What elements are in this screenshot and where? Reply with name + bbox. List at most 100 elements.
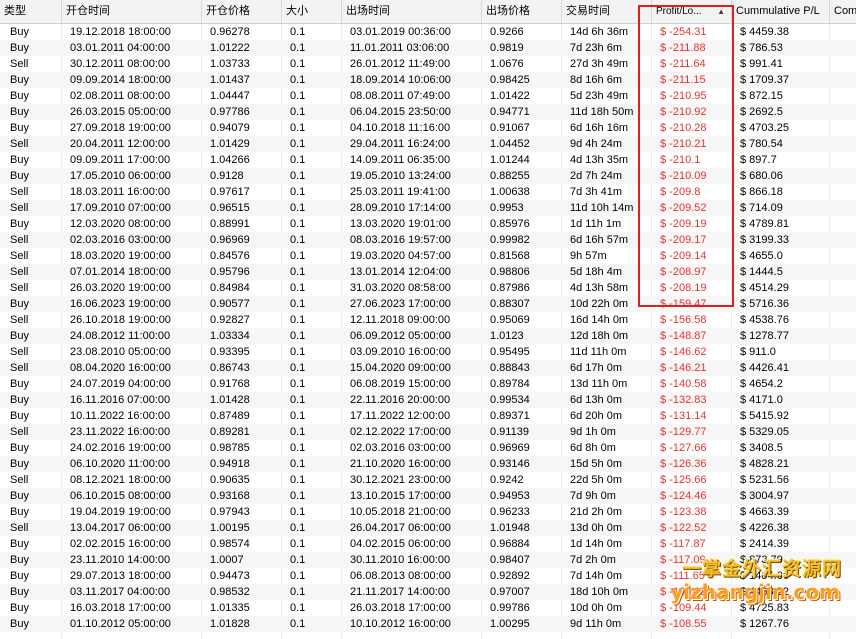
cell-exit-price: 0.97007 (490, 586, 530, 598)
table-row[interactable]: Sell 17.09.2010 07:00:00 0.96515 0.1 28.09.2… (0, 200, 856, 216)
cell-exit-time: 06.09.2012 05:00:00 (350, 330, 451, 342)
cell-open-price: 0.98532 (210, 586, 250, 598)
table-row[interactable]: Buy 27.09.2018 19:00:00 0.94079 0.1 04.10.20… (0, 120, 856, 136)
cell-duration: 9d 4h 24m (570, 138, 622, 150)
cell-exit-time: 21.11.2017 14:00:00 (350, 586, 451, 598)
cell-exit-time: 14.09.2011 06:35:00 (350, 154, 451, 166)
cell-open-price: 0.84576 (210, 250, 250, 262)
cell-open-time: 02.03.2016 03:00:00 (70, 234, 171, 246)
table-row[interactable]: Buy 06.10.2015 08:00:00 0.93168 0.1 13.10.20… (0, 488, 856, 504)
cell-exit-price: 0.88843 (490, 362, 530, 374)
table-row[interactable]: Buy 03.01.2011 04:00:00 1.01222 0.1 11.01.20… (0, 40, 856, 56)
table-row[interactable]: Buy 12.03.2020 08:00:00 0.88991 0.1 13.03.20… (0, 216, 856, 232)
table-row[interactable]: Buy 24.08.2012 11:00:00 1.03334 0.1 06.09.20… (0, 328, 856, 344)
table-row[interactable]: Sell 26.03.2020 19:00:00 0.84984 0.1 31.03.2… (0, 280, 856, 296)
table-row[interactable]: Buy 26.03.2015 05:00:00 0.97786 0.1 06.04.20… (0, 104, 856, 120)
cell-type: Sell (10, 346, 29, 358)
table-row[interactable]: Sell 08.12.2021 18:00:00 0.90635 0.1 30.12.2… (0, 472, 856, 488)
table-row[interactable]: Sell 23.11.2022 16:00:00 0.89281 0.1 02.12.2… (0, 424, 856, 440)
cell-type: Sell (10, 138, 29, 150)
table-row[interactable]: Buy 02.02.2015 16:00:00 0.98574 0.1 04.02.20… (0, 536, 856, 552)
table-row[interactable]: Sell 30.12.2011 08:00:00 1.03733 0.1 26.01.2… (0, 56, 856, 72)
table-row[interactable]: Sell 26.10.2018 19:00:00 0.92827 0.1 12.11.2… (0, 312, 856, 328)
cell-open-time: 26.10.2018 19:00:00 (70, 314, 171, 326)
cell-type: Buy (10, 218, 29, 230)
cell-profit-loss: $ -126.36 (660, 458, 707, 470)
column-header-open-price[interactable]: 开仓价格 (202, 0, 282, 23)
table-row[interactable]: Sell 08.04.2020 16:00:00 0.86743 0.1 15.04.2… (0, 360, 856, 376)
column-header-type[interactable]: 类型 (0, 0, 62, 23)
cell-exit-price: 0.96233 (490, 506, 530, 518)
table-row[interactable]: Buy 19.04.2019 19:00:00 0.97943 0.1 10.05.20… (0, 504, 856, 520)
table-row[interactable]: Sell 13.04.2017 06:00:00 1.00195 0.1 26.04.2… (0, 520, 856, 536)
table-row[interactable]: Buy 19.12.2018 18:00:00 0.96278 0.1 03.01.20… (0, 24, 856, 40)
cell-type: Buy (10, 442, 29, 454)
cell-exit-time: 26.04.2017 06:00:00 (350, 522, 451, 534)
cell-open-time: 06.10.2020 11:00:00 (70, 458, 171, 470)
cell-exit-time: 31.03.2020 08:58:00 (350, 282, 451, 294)
table-row[interactable]: Sell 18.03.2011 16:00:00 0.97617 0.1 25.03.2… (0, 184, 856, 200)
table-row[interactable]: Sell 20.04.2011 12:00:00 1.01429 0.1 29.04.2… (0, 136, 856, 152)
cell-exit-time: 22.11.2016 20:00:00 (350, 394, 451, 406)
cell-exit-price: 1.0676 (490, 58, 524, 70)
table-row[interactable]: Sell 18.03.2020 19:00:00 0.84576 0.1 19.03.2… (0, 248, 856, 264)
column-header-open-time[interactable]: 开仓时间 (62, 0, 202, 23)
table-row[interactable]: Buy 24.07.2019 04:00:00 0.91768 0.1 06.08.20… (0, 376, 856, 392)
column-header-exit-price[interactable]: 出场价格 (482, 0, 562, 23)
cell-open-price: 0.95796 (210, 266, 250, 278)
cell-duration: 8d 16h 6m (570, 74, 622, 86)
table-row[interactable]: Buy 24.02.2016 19:00:00 0.98785 0.1 02.03.20… (0, 440, 856, 456)
sort-up-icon[interactable]: ▲ (717, 0, 725, 23)
cell-duration: 5d 18h 4m (570, 266, 622, 278)
cell-open-price: 0.98574 (210, 538, 250, 550)
cell-profit-loss: $ -209.19 (660, 218, 707, 230)
column-header-size[interactable]: 大小 (282, 0, 342, 23)
cell-open-time: 27.09.2018 19:00:00 (70, 122, 171, 134)
table-row[interactable]: Buy 16.03.2018 17:00:00 1.01335 0.1 26.03.20… (0, 600, 856, 616)
table-row[interactable]: Sell 07.01.2014 18:00:00 0.95796 0.1 13.01.2… (0, 264, 856, 280)
table-row[interactable]: Sell 23.08.2010 05:00:00 0.93395 0.1 03.09.2… (0, 344, 856, 360)
cell-exit-price: 0.99786 (490, 602, 530, 614)
table-row[interactable]: Buy 06.10.2020 11:00:00 0.94918 0.1 21.10.20… (0, 456, 856, 472)
table-row[interactable]: Buy 23.11.2010 14:00:00 1.0007 0.1 30.11.201… (0, 552, 856, 568)
cell-profit-loss: $ -148.87 (660, 330, 707, 342)
cell-exit-time: 04.10.2018 11:16:00 (350, 122, 451, 134)
cell-size: 0.1 (290, 442, 306, 454)
column-header-duration[interactable]: 交易时间 (562, 0, 652, 23)
table-row[interactable]: Buy 16.06.2023 19:00:00 0.90577 0.1 27.06.20… (0, 296, 856, 312)
cell-exit-price: 1.01422 (490, 90, 530, 102)
cell-open-price: 0.92827 (210, 314, 250, 326)
cell-open-time: 26.03.2015 05:00:00 (70, 106, 171, 118)
cell-open-price: 0.96969 (210, 234, 250, 246)
cell-exit-time: 02.03.2016 03:00:00 (350, 442, 451, 454)
table-row[interactable]: Buy 10.11.2022 16:00:00 0.87489 0.1 17.11.20… (0, 408, 856, 424)
table-row[interactable]: Buy 01.10.2012 05:00:00 1.01828 0.1 10.10.20… (0, 616, 856, 632)
cell-size: 0.1 (290, 426, 306, 438)
table-row[interactable]: Sell 02.03.2016 03:00:00 0.96969 0.1 08.03.2… (0, 232, 856, 248)
column-header-exit-time[interactable]: 出场时间 (342, 0, 482, 23)
table-row[interactable]: Buy 29.07.2013 18:00:00 0.94473 0.1 06.08.20… (0, 568, 856, 584)
table-row[interactable]: Buy 16.11.2016 07:00:00 1.01428 0.1 22.11.20… (0, 392, 856, 408)
table-row[interactable]: Buy 02.08.2011 08:00:00 1.04447 0.1 08.08.20… (0, 88, 856, 104)
table-row[interactable]: Buy 03.11.2017 04:00:00 0.98532 0.1 21.11.20… (0, 584, 856, 600)
table-row[interactable]: Buy 09.09.2014 18:00:00 1.01437 0.1 18.09.20… (0, 72, 856, 88)
table-row[interactable]: Buy 17.05.2010 06:00:00 0.9128 0.1 19.05.201… (0, 168, 856, 184)
cell-exit-price: 0.99982 (490, 234, 530, 246)
cell-open-time: 16.11.2016 07:00:00 (70, 394, 171, 406)
cell-duration: 10d 22h 0m (570, 298, 629, 310)
cell-exit-time: 17.11.2022 12:00:00 (350, 410, 451, 422)
column-header-cumulative-pl[interactable]: Cummulative P/L (732, 0, 830, 23)
cell-open-price: 0.97943 (210, 506, 250, 518)
cell-profit-loss: $ -211.15 (660, 74, 706, 86)
cell-type: Sell (10, 282, 29, 294)
cell-exit-price: 1.01244 (490, 154, 530, 166)
cell-open-time: 17.05.2010 06:00:00 (70, 170, 171, 182)
column-header-commission[interactable]: Com (830, 0, 856, 23)
column-header-profit-loss[interactable]: Profit/Lo... ▲ (652, 0, 732, 23)
cell-cumulative-pl: $ 4663.39 (740, 506, 789, 518)
cell-exit-time: 04.02.2015 06:00:00 (350, 538, 451, 550)
cell-exit-price: 0.96969 (490, 442, 530, 454)
cell-cumulative-pl: $ 991.41 (740, 58, 783, 70)
cell-duration: 4d 13h 35m (570, 154, 629, 166)
table-row[interactable]: Buy 09.09.2011 17:00:00 1.04266 0.1 14.09.20… (0, 152, 856, 168)
